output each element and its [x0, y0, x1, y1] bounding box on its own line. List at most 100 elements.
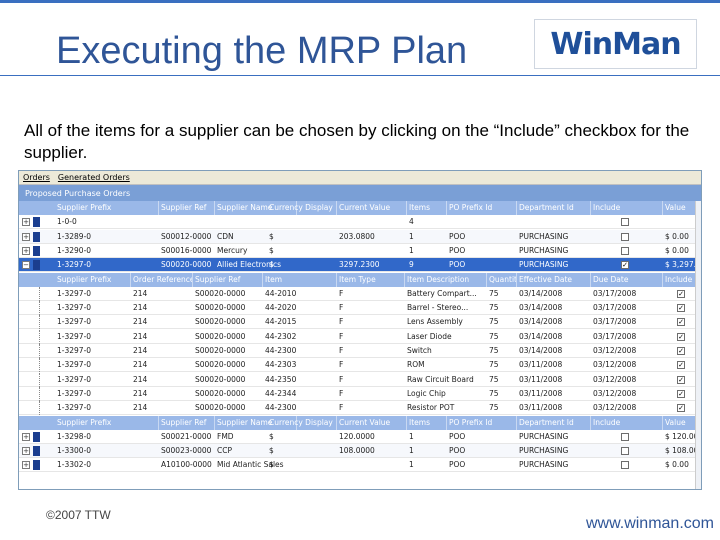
include-checkbox[interactable]: [621, 461, 629, 470]
include-checkbox[interactable]: [621, 432, 629, 441]
row-selector[interactable]: [33, 217, 40, 228]
row-selector[interactable]: [33, 446, 40, 457]
item-row[interactable]: 1-3297-0 214 S00020-0000 44-2350 F Raw Circui…: [19, 372, 699, 387]
item-due-cell: 03/12/2008: [593, 360, 637, 370]
column-header[interactable]: Current Value: [337, 201, 407, 215]
column-header[interactable]: Supplier Ref: [159, 415, 215, 430]
item-eff-cell: 03/14/2008: [519, 288, 563, 298]
row-selector[interactable]: [33, 460, 40, 471]
column-header[interactable]: Include: [663, 272, 699, 287]
order-row[interactable]: +1-3300-0 S00023-0000 CCP $108.0000 1 POO PURC…: [19, 444, 699, 459]
item-include-checkbox[interactable]: ✓: [677, 318, 685, 327]
row-selector[interactable]: [33, 431, 40, 442]
include-checkbox[interactable]: [621, 232, 629, 241]
order-items-cell: 1: [409, 431, 414, 441]
item-include-checkbox[interactable]: ✓: [677, 361, 685, 370]
column-header[interactable]: Item Type: [337, 272, 405, 287]
column-header[interactable]: PO Prefix Id: [447, 201, 517, 215]
include-checkbox[interactable]: [621, 218, 629, 227]
item-qty-cell: 75: [489, 346, 499, 355]
column-header[interactable]: Supplier Ref: [193, 272, 263, 287]
include-checkbox[interactable]: [621, 447, 629, 456]
column-header[interactable]: Quantity: [487, 272, 517, 287]
expand-toggle-icon[interactable]: +: [22, 447, 30, 456]
item-row[interactable]: 1-3297-0 214 S00020-0000 44-2302 F Laser Diod…: [19, 329, 699, 344]
row-selector[interactable]: [33, 260, 40, 271]
tree-line: [39, 372, 45, 387]
item-order_ref-cell: 214: [133, 317, 148, 327]
expand-toggle-icon[interactable]: −: [22, 261, 30, 270]
column-header[interactable]: Order Reference: [131, 272, 193, 287]
order-currency-cell: $: [269, 231, 274, 241]
vertical-scrollbar[interactable]: [695, 201, 701, 489]
column-header[interactable]: Supplier Ref: [159, 201, 215, 215]
item-row[interactable]: 1-3297-0 214 S00020-0000 44-2303 F ROM 75 03/11…: [19, 358, 699, 373]
order-row[interactable]: −1-3297-0 S00020-0000 Allied Electronics $3…: [19, 258, 699, 273]
column-header[interactable]: Value: [663, 415, 699, 430]
item-include-checkbox[interactable]: ✓: [677, 304, 685, 313]
order-row[interactable]: +1-3289-0 S00012-0000 CDN $203.0800 1 POO PURC…: [19, 229, 699, 244]
menu-orders[interactable]: Orders: [23, 173, 50, 182]
order-current-cell: 3297.2300: [339, 260, 380, 270]
column-header[interactable]: Value: [663, 201, 699, 215]
order-header-row-repeat: Supplier Prefix Supplier Ref Supplier Name…: [19, 415, 699, 430]
order-row[interactable]: +1-3298-0 S00021-0000 FMD $120.0000 1 POO PURC…: [19, 429, 699, 444]
column-header[interactable]: Include: [591, 201, 663, 215]
item-row[interactable]: 1-3297-0 214 S00020-0000 44-2300 F Switch 75 03…: [19, 344, 699, 358]
order-prefix-cell: 1-3289-0: [57, 231, 92, 241]
column-header[interactable]: Current Value: [337, 415, 407, 430]
item-include-checkbox[interactable]: ✓: [677, 347, 685, 355]
column-header[interactable]: Currency Display: [267, 415, 337, 430]
expand-toggle-icon[interactable]: +: [22, 218, 30, 227]
include-checkbox[interactable]: ✓: [621, 261, 629, 270]
order-items-cell: 1: [409, 231, 414, 241]
item-row[interactable]: 1-3297-0 214 S00020-0000 44-2020 F Barrel - S…: [19, 301, 699, 316]
item-desc-cell: Resistor POT: [407, 403, 455, 413]
column-header[interactable]: Include: [591, 415, 663, 430]
row-selector[interactable]: [33, 245, 40, 256]
order-row[interactable]: +1-0-0 4: [19, 215, 699, 230]
order-po-cell: [447, 215, 517, 229]
column-header[interactable]: PO Prefix Id: [447, 415, 517, 430]
column-header[interactable]: Department Id: [517, 201, 591, 215]
column-header[interactable]: Item: [263, 272, 337, 287]
order-value-cell: $ 108.00: [665, 446, 699, 456]
column-header[interactable]: Items: [407, 201, 447, 215]
item-header-row: Supplier Prefix Order Reference Supplier R…: [19, 272, 699, 287]
column-header[interactable]: Supplier Prefix: [55, 272, 131, 287]
expand-toggle-icon[interactable]: +: [22, 461, 30, 470]
column-header[interactable]: Supplier Prefix: [55, 415, 159, 430]
tree-line: [39, 344, 45, 358]
column-header[interactable]: Currency Display: [267, 201, 337, 215]
order-row[interactable]: +1-3290-0 S00016-0000 Mercury $1 POO PURCHASI…: [19, 243, 699, 258]
item-type-cell: F: [339, 374, 344, 384]
item-include-checkbox[interactable]: ✓: [677, 332, 685, 341]
item-include-checkbox[interactable]: ✓: [677, 289, 685, 298]
expand-toggle-icon[interactable]: +: [22, 432, 30, 441]
order-dept-cell: PURCHASING: [519, 446, 569, 456]
item-row[interactable]: 1-3297-0 214 S00020-0000 44-2300 F Resistor P…: [19, 401, 699, 416]
expand-toggle-icon[interactable]: +: [22, 246, 30, 255]
item-due-cell: 03/17/2008: [593, 331, 637, 341]
order-value-cell: $ 0.00: [665, 245, 689, 255]
column-header[interactable]: Department Id: [517, 415, 591, 430]
column-header[interactable]: Items: [407, 415, 447, 430]
column-header[interactable]: Item Description: [405, 272, 487, 287]
item-desc-cell: Battery Compart...: [407, 288, 477, 298]
tree-line: [39, 329, 45, 344]
item-include-checkbox[interactable]: ✓: [677, 389, 685, 398]
item-desc-cell: Lens Assembly: [407, 317, 463, 327]
item-include-checkbox[interactable]: ✓: [677, 404, 685, 413]
expand-toggle-icon[interactable]: +: [22, 232, 30, 241]
item-row[interactable]: 1-3297-0 214 S00020-0000 44-2344 F Logic Chip…: [19, 386, 699, 401]
item-include-checkbox[interactable]: ✓: [677, 375, 685, 384]
item-row[interactable]: 1-3297-0 214 S00020-0000 44-2010 F Battery Co…: [19, 286, 699, 301]
column-header[interactable]: Effective Date: [517, 272, 591, 287]
order-row[interactable]: +1-3302-0 A10100-0000 Mid Atlantic Sales $1…: [19, 458, 699, 473]
item-row[interactable]: 1-3297-0 214 S00020-0000 44-2015 F Lens Assem…: [19, 315, 699, 330]
include-checkbox[interactable]: [621, 246, 629, 255]
menu-generated-orders[interactable]: Generated Orders: [58, 173, 130, 182]
row-selector[interactable]: [33, 231, 40, 242]
column-header[interactable]: Due Date: [591, 272, 663, 287]
column-header[interactable]: Supplier Prefix: [55, 201, 159, 215]
